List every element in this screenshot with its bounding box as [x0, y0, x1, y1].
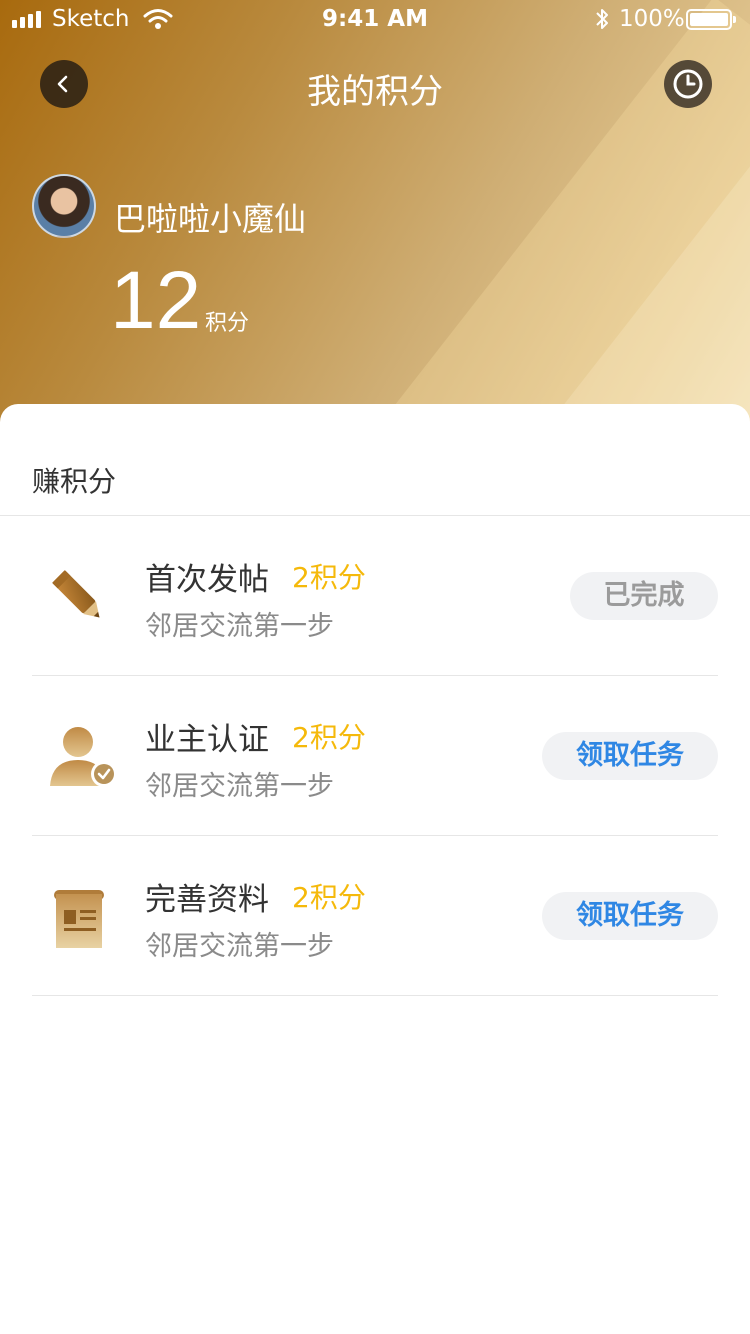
earn-points-card: 赚积分 首次发帖 2积分 邻居交流第一步 已完成 业主认证 2积分 邻居交流第一… [0, 404, 750, 1334]
clock-icon [673, 69, 703, 99]
username: 巴啦啦小魔仙 [114, 200, 307, 238]
bluetooth-icon [594, 7, 610, 37]
task-name: 完善资料 [145, 882, 269, 918]
battery-percentage: 100% [619, 6, 685, 32]
task-item-owner-verify: 业主认证 2积分 邻居交流第一步 领取任务 [0, 676, 750, 836]
claim-task-button[interactable]: 领取任务 [542, 732, 718, 780]
task-item-complete-profile: 完善资料 2积分 邻居交流第一步 领取任务 [0, 836, 750, 996]
task-status-done-button[interactable]: 已完成 [570, 572, 718, 620]
history-button[interactable] [664, 60, 712, 108]
section-title: 赚积分 [32, 465, 117, 498]
page-title: 我的积分 [307, 72, 443, 112]
status-bar: Sketch 9:41 AM 100% [0, 0, 750, 40]
pencil-icon [46, 564, 112, 630]
task-points: 2积分 [292, 881, 366, 914]
points-unit: 积分 [205, 311, 250, 336]
task-name: 业主认证 [145, 722, 269, 758]
task-points: 2积分 [292, 721, 366, 754]
document-scroll-icon [46, 884, 112, 950]
battery-icon [686, 9, 736, 30]
claim-task-button[interactable]: 领取任务 [542, 892, 718, 940]
points-value: 12 [110, 255, 202, 346]
divider [32, 995, 718, 996]
task-desc: 邻居交流第一步 [145, 611, 334, 642]
avatar [32, 174, 96, 238]
task-desc: 邻居交流第一步 [145, 931, 334, 962]
task-desc: 邻居交流第一步 [145, 771, 334, 802]
task-name: 首次发帖 [145, 562, 269, 598]
task-item-first-post: 首次发帖 2积分 邻居交流第一步 已完成 [0, 516, 750, 676]
user-verified-icon [46, 724, 117, 790]
task-points: 2积分 [292, 561, 366, 594]
